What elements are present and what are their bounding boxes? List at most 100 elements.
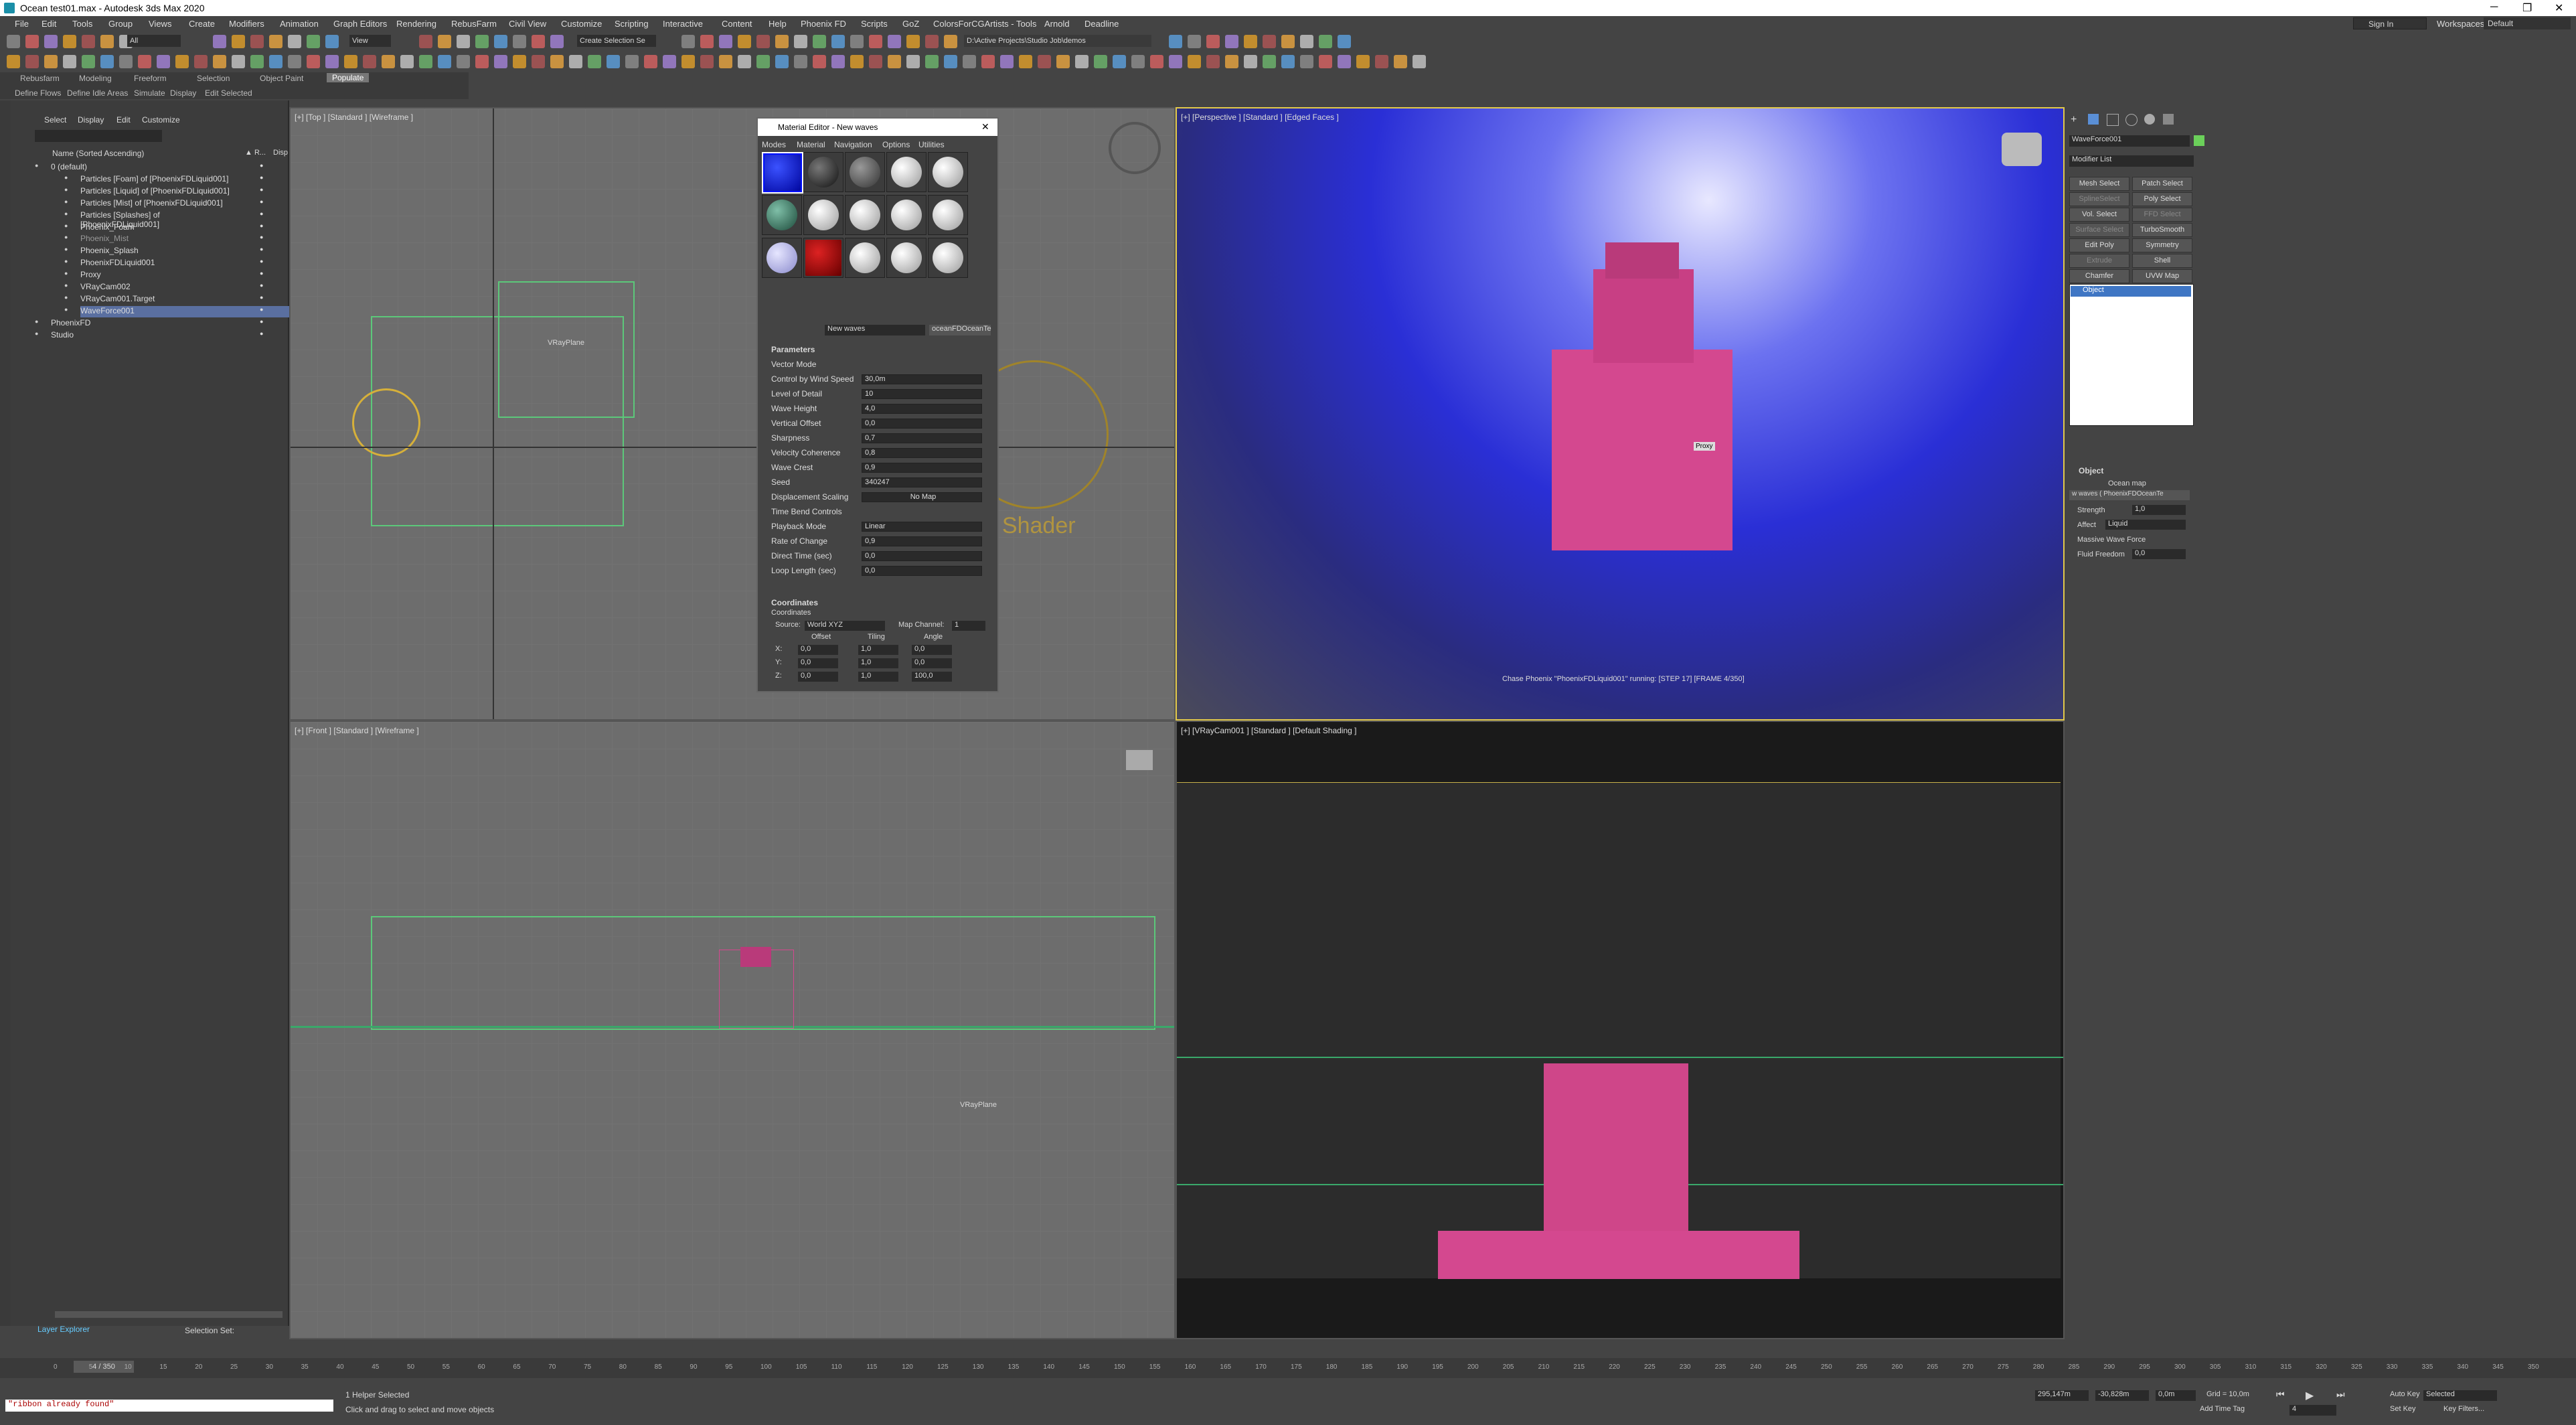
- toolbar-tool-icon[interactable]: [700, 55, 714, 68]
- viewport-perspective[interactable]: Proxy [+] [Perspective ] [Standard ] [Ed…: [1176, 107, 2065, 721]
- layer-explorer-label[interactable]: Layer Explorer: [37, 1325, 90, 1334]
- toolbar-tool-icon[interactable]: [1263, 55, 1276, 68]
- toolbar-tool-icon[interactable]: [344, 55, 357, 68]
- toolbar-tool-icon[interactable]: [888, 35, 901, 48]
- material-sample-slot[interactable]: [845, 152, 885, 192]
- material-sample-slot[interactable]: [803, 195, 843, 235]
- param-spinner[interactable]: 10: [862, 389, 982, 399]
- strength-spinner[interactable]: 1,0: [2132, 505, 2186, 515]
- display-toggle-icon[interactable]: ●: [260, 330, 263, 337]
- control-wind-checkbox[interactable]: Control by Wind Speed: [771, 374, 854, 384]
- scene-row[interactable]: Phoenix_Mist: [80, 234, 238, 245]
- pedestal-camera-base[interactable]: [1438, 1231, 1799, 1279]
- toolbar-tool-icon[interactable]: [400, 55, 414, 68]
- toolbar-tool-icon[interactable]: [1225, 35, 1238, 48]
- toolbar-tool-icon[interactable]: [532, 35, 545, 48]
- toolbar-tool-icon[interactable]: [250, 35, 264, 48]
- toolbar-tool-icon[interactable]: [475, 35, 489, 48]
- toolbar-tool-icon[interactable]: [1075, 55, 1089, 68]
- toolbar-tool-icon[interactable]: [756, 55, 770, 68]
- menu-tools[interactable]: Tools: [72, 19, 92, 29]
- toolbar-tool-icon[interactable]: [794, 55, 807, 68]
- toolbar-tool-icon[interactable]: [1300, 35, 1313, 48]
- coord-z-field[interactable]: 0,0m: [2156, 1390, 2196, 1401]
- menu-deadline[interactable]: Deadline: [1084, 19, 1119, 29]
- material-sample-slot[interactable]: [762, 195, 802, 235]
- coord-tiling-spinner[interactable]: 1,0: [858, 672, 898, 682]
- maximize-button[interactable]: ❐: [2522, 1, 2532, 15]
- display-toggle-icon[interactable]: ●: [260, 222, 263, 229]
- scene-row[interactable]: Particles [Foam] of [PhoenixFDLiquid001]: [80, 174, 238, 185]
- toolbar-tool-icon[interactable]: [981, 55, 995, 68]
- material-editor-window[interactable]: Material Editor - New waves ✕ Modes Mate…: [756, 117, 999, 692]
- map-channel-spinner[interactable]: 1: [952, 621, 985, 631]
- visibility-eye-icon[interactable]: ●: [64, 270, 68, 277]
- modifier-button[interactable]: Chamfer: [2069, 269, 2129, 283]
- toolbar-tool-icon[interactable]: [550, 55, 564, 68]
- menu-content[interactable]: Content: [722, 19, 752, 29]
- toolbar-tool-icon[interactable]: [663, 55, 676, 68]
- toolbar-tool-icon[interactable]: [925, 35, 939, 48]
- toolbar-tool-icon[interactable]: [1113, 55, 1126, 68]
- display-toggle-icon[interactable]: ●: [260, 306, 263, 313]
- toolbar-tool-icon[interactable]: [1206, 35, 1220, 48]
- scene-row[interactable]: Particles [Mist] of [PhoenixFDLiquid001]: [80, 198, 238, 210]
- toolbar-tool-icon[interactable]: [775, 55, 789, 68]
- toolbar-tool-icon[interactable]: [1150, 55, 1163, 68]
- create-tab-icon[interactable]: +: [2071, 114, 2077, 126]
- mat-menu-material[interactable]: Material: [797, 140, 825, 149]
- scene-row[interactable]: 0 (default): [51, 162, 238, 173]
- coord-offset-spinner[interactable]: 0,0: [798, 645, 838, 655]
- toolbar-tool-icon[interactable]: [681, 35, 695, 48]
- vector-mode-checkbox[interactable]: Vector Mode: [771, 360, 816, 369]
- toolbar-tool-icon[interactable]: [7, 55, 20, 68]
- toolbar-tool-icon[interactable]: [963, 55, 976, 68]
- menu-customize[interactable]: Customize: [561, 19, 602, 29]
- modifier-button[interactable]: UVW Map: [2132, 269, 2192, 283]
- menu-modifiers[interactable]: Modifiers: [229, 19, 264, 29]
- toolbar-tool-icon[interactable]: [63, 55, 76, 68]
- toolbar-tool-icon[interactable]: [1263, 35, 1276, 48]
- toolbar-tool-icon[interactable]: [1300, 55, 1313, 68]
- scene-row[interactable]: VRayCam002: [80, 282, 238, 293]
- material-sample-slot[interactable]: [886, 195, 927, 235]
- visibility-eye-icon[interactable]: ●: [64, 210, 68, 217]
- display-toggle-icon[interactable]: ●: [260, 186, 263, 193]
- material-sample-slot[interactable]: [803, 152, 843, 192]
- stack-item-object[interactable]: Object: [2071, 286, 2191, 297]
- visibility-eye-icon[interactable]: ●: [35, 330, 38, 337]
- coord-y-field[interactable]: -30,828m: [2095, 1390, 2149, 1401]
- toolbar-tool-icon[interactable]: [588, 55, 601, 68]
- toolbar-tool-icon[interactable]: [288, 55, 301, 68]
- toolbar-tool-icon[interactable]: [307, 35, 320, 48]
- toolbar-tool-icon[interactable]: [513, 55, 526, 68]
- viewport-camera[interactable]: [+] [VRayCam001 ] [Standard ] [Default S…: [1176, 721, 2065, 1339]
- toolbar-tool-icon[interactable]: [7, 35, 20, 48]
- param-spinner[interactable]: 0,0: [862, 419, 982, 429]
- toolbar-tool-icon[interactable]: [1375, 55, 1388, 68]
- visibility-eye-icon[interactable]: ●: [64, 294, 68, 301]
- toolbar-tool-icon[interactable]: [250, 55, 264, 68]
- toolbar-tool-icon[interactable]: [419, 35, 432, 48]
- material-sample-slot[interactable]: [886, 238, 927, 278]
- utilities-tab-icon[interactable]: [2163, 114, 2174, 125]
- scene-row[interactable]: Phoenix_Foam: [80, 222, 238, 234]
- toolbar-tool-icon[interactable]: [1169, 35, 1182, 48]
- menu-group[interactable]: Group: [108, 19, 133, 29]
- modifier-button[interactable]: Shell: [2132, 254, 2192, 268]
- material-sample-slot[interactable]: [928, 238, 968, 278]
- toolbar-tool-icon[interactable]: [1188, 55, 1201, 68]
- define-idle-areas-button[interactable]: Define Idle Areas: [67, 88, 128, 98]
- minimize-button[interactable]: ─: [2490, 1, 2498, 13]
- modifier-list-dropdown[interactable]: Modifier List: [2069, 155, 2194, 167]
- menu-edit[interactable]: Edit: [42, 19, 56, 29]
- toolbar-tool-icon[interactable]: [138, 55, 151, 68]
- toolbar-tool-icon[interactable]: [1281, 55, 1295, 68]
- viewcube-icon[interactable]: [1126, 750, 1153, 770]
- play-button[interactable]: ▶: [2306, 1389, 2314, 1402]
- toolbar-tool-icon[interactable]: [1281, 35, 1295, 48]
- toolbar-tool-icon[interactable]: [925, 55, 939, 68]
- menu-graph-editors[interactable]: Graph Editors: [333, 19, 387, 29]
- scene-row[interactable]: Proxy: [80, 270, 238, 281]
- modifier-button[interactable]: Patch Select: [2132, 177, 2192, 191]
